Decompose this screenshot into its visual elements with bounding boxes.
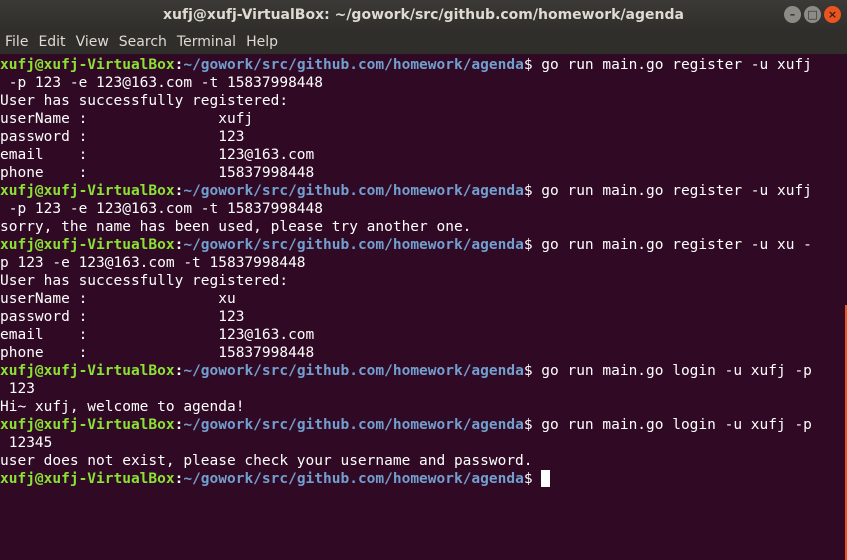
output-line: p 123 -e 123@163.com -t 15837998448 — [0, 255, 306, 271]
menu-help[interactable]: Help — [241, 31, 283, 54]
prompt-user-host: xufj@xufj-VirtualBox — [0, 237, 175, 253]
terminal-window: xufj@xufj-VirtualBox: ~/gowork/src/githu… — [0, 0, 847, 560]
prompt-user-host: xufj@xufj-VirtualBox — [0, 471, 175, 487]
output-line: email : 123@163.com — [0, 147, 315, 163]
terminal-output[interactable]: xufj@xufj-VirtualBox:~/gowork/src/github… — [0, 55, 847, 560]
output-line: -p 123 -e 123@163.com -t 15837998448 — [0, 75, 324, 91]
prompt-path: ~/gowork/src/github.com/homework/agenda — [183, 417, 524, 433]
text-cursor — [541, 470, 551, 487]
menu-search[interactable]: Search — [114, 31, 172, 54]
prompt-line: xufj@xufj-VirtualBox:~/gowork/src/github… — [0, 56, 847, 74]
menu-bar: File Edit View Search Terminal Help — [0, 31, 847, 54]
minimize-icon[interactable]: – — [784, 6, 801, 23]
prompt-line: xufj@xufj-VirtualBox:~/gowork/src/github… — [0, 470, 847, 488]
prompt-path: ~/gowork/src/github.com/homework/agenda — [183, 183, 524, 199]
output-line: 12345 — [0, 435, 53, 451]
prompt-line: xufj@xufj-VirtualBox:~/gowork/src/github… — [0, 362, 847, 380]
prompt-user-host: xufj@xufj-VirtualBox — [0, 183, 175, 199]
prompt-dollar: $ — [523, 363, 533, 379]
output-line: password : 123 — [0, 309, 245, 325]
output-line: userName : xu — [0, 291, 236, 307]
output-line: -p 123 -e 123@163.com -t 15837998448 — [0, 201, 324, 217]
prompt-path: ~/gowork/src/github.com/homework/agenda — [183, 363, 524, 379]
prompt-line: xufj@xufj-VirtualBox:~/gowork/src/github… — [0, 236, 847, 254]
command-text: go run main.go register -u xufj — [532, 183, 812, 199]
maximize-icon[interactable]: □ — [804, 6, 821, 23]
command-text: go run main.go login -u xufj -p — [532, 417, 812, 433]
output-line: email : 123@163.com — [0, 327, 315, 343]
prompt-dollar: $ — [523, 417, 533, 433]
output-line: Hi~ xufj, welcome to agenda! — [0, 399, 245, 415]
window-title: xufj@xufj-VirtualBox: ~/gowork/src/githu… — [163, 7, 684, 23]
menu-edit[interactable]: Edit — [33, 31, 70, 54]
prompt-line: xufj@xufj-VirtualBox:~/gowork/src/github… — [0, 416, 847, 434]
prompt-user-host: xufj@xufj-VirtualBox — [0, 417, 175, 433]
output-line: phone : 15837998448 — [0, 345, 315, 361]
title-bar[interactable]: xufj@xufj-VirtualBox: ~/gowork/src/githu… — [0, 0, 847, 31]
output-line: userName : xufj — [0, 111, 254, 127]
prompt-user-host: xufj@xufj-VirtualBox — [0, 363, 175, 379]
close-icon[interactable]: × — [824, 6, 841, 23]
output-line: phone : 15837998448 — [0, 165, 315, 181]
prompt-path: ~/gowork/src/github.com/homework/agenda — [183, 471, 524, 487]
prompt-dollar: $ — [523, 183, 533, 199]
window-controls: – □ × — [784, 6, 841, 23]
output-line: 123 — [0, 381, 35, 397]
prompt-dollar: $ — [523, 471, 533, 487]
prompt-path: ~/gowork/src/github.com/homework/agenda — [183, 57, 524, 73]
menu-file[interactable]: File — [0, 31, 33, 54]
output-line: password : 123 — [0, 129, 245, 145]
output-line: sorry, the name has been used, please tr… — [0, 219, 472, 235]
output-line: user does not exist, please check your u… — [0, 453, 533, 469]
command-text: go run main.go register -u xu - — [532, 237, 812, 253]
menu-view[interactable]: View — [71, 31, 114, 54]
command-text: go run main.go login -u xufj -p — [532, 363, 812, 379]
command-text: go run main.go register -u xufj — [532, 57, 812, 73]
command-text — [533, 471, 542, 487]
output-line: User has successfully registered: — [0, 93, 289, 109]
prompt-user-host: xufj@xufj-VirtualBox — [0, 57, 175, 73]
prompt-path: ~/gowork/src/github.com/homework/agenda — [183, 237, 524, 253]
prompt-dollar: $ — [523, 237, 533, 253]
menu-terminal[interactable]: Terminal — [172, 31, 241, 54]
output-line: User has successfully registered: — [0, 273, 289, 289]
prompt-line: xufj@xufj-VirtualBox:~/gowork/src/github… — [0, 182, 847, 200]
prompt-dollar: $ — [523, 57, 533, 73]
